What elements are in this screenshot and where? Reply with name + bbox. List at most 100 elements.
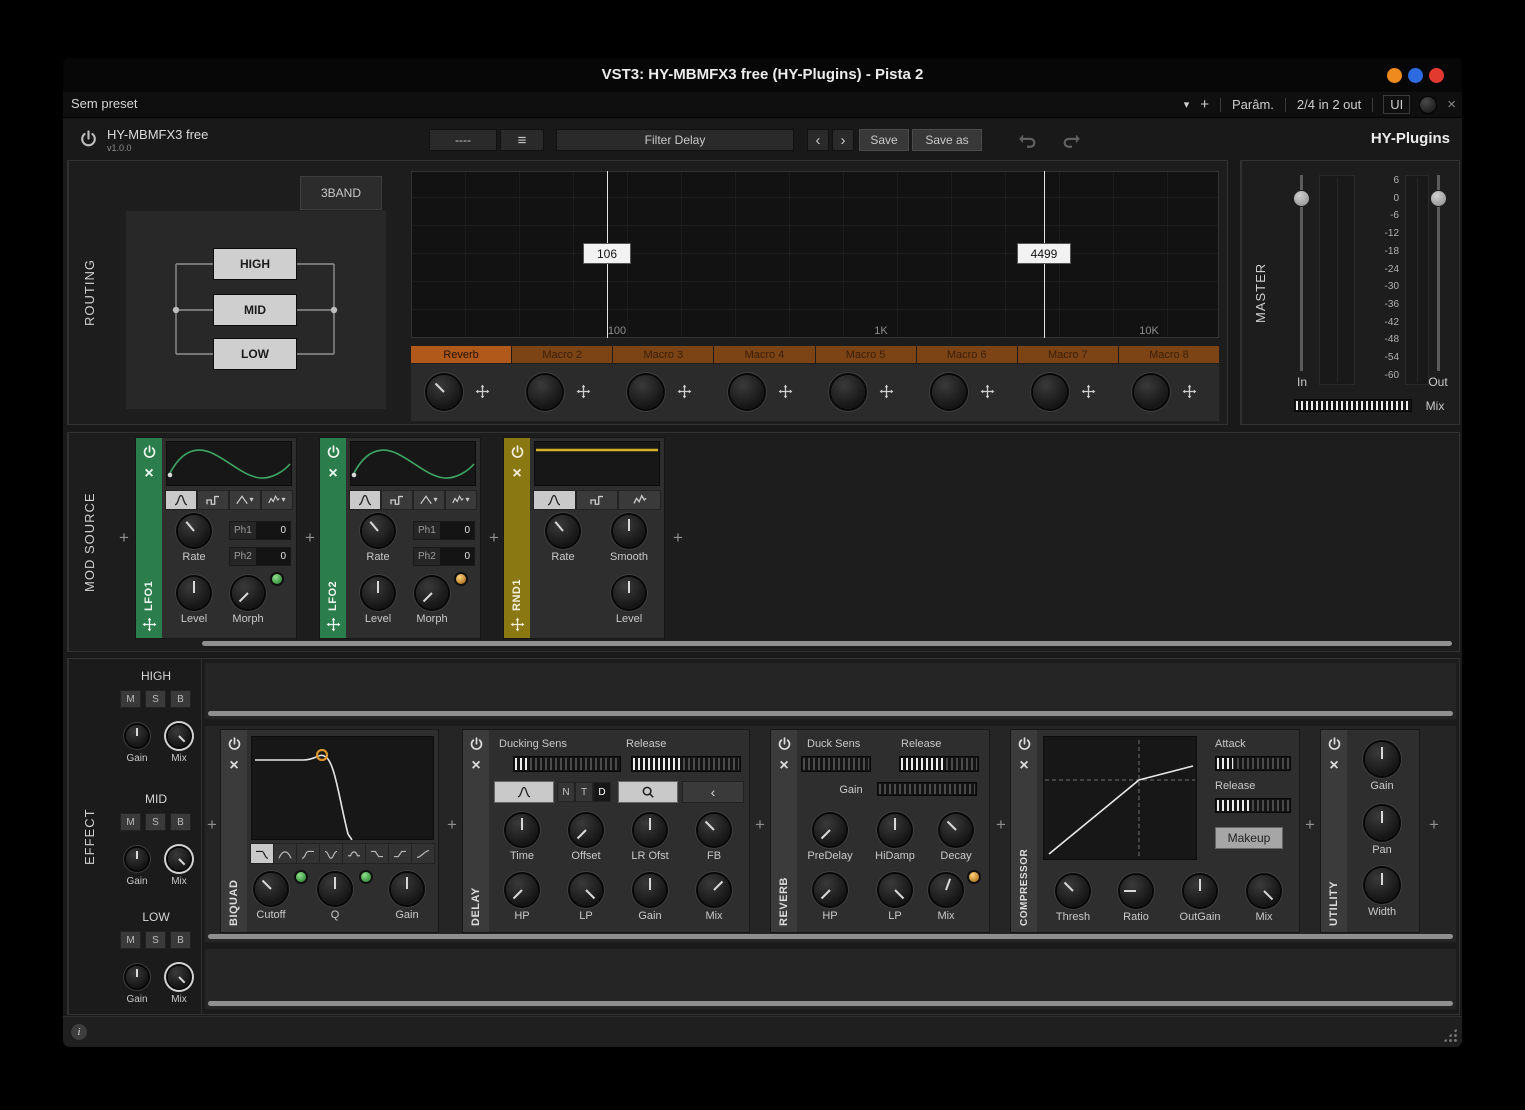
delay-time-knob[interactable]: [506, 814, 538, 846]
reverb-gain-meter[interactable]: [877, 782, 977, 796]
band-high-mix-knob[interactable]: [168, 725, 190, 747]
filter-lowshelf-icon[interactable]: [366, 844, 388, 863]
macro-7-knob[interactable]: [1033, 375, 1067, 409]
lfo2-wave-rand-button[interactable]: ▾: [446, 491, 476, 509]
compressor-mix-knob[interactable]: [1248, 875, 1280, 907]
utility-power-icon[interactable]: [1327, 737, 1342, 752]
info-icon[interactable]: i: [71, 1024, 87, 1040]
lfo1-ph2-field[interactable]: Ph20: [230, 548, 290, 565]
next-preset-button[interactable]: ›: [833, 130, 853, 150]
compressor-thresh-knob[interactable]: [1057, 875, 1089, 907]
macro-2-knob[interactable]: [528, 375, 562, 409]
add-fx-slot-3[interactable]: +: [752, 815, 768, 835]
lfo2-power-icon[interactable]: [326, 445, 341, 460]
lfo1-rate-knob[interactable]: [178, 515, 210, 547]
macro-5-move-icon[interactable]: [879, 384, 894, 399]
utility-width-knob[interactable]: [1365, 868, 1399, 902]
crossover-low-value[interactable]: 106: [584, 244, 630, 263]
filter-notch-icon[interactable]: [320, 844, 342, 863]
low-band-chain-lane[interactable]: [204, 948, 1457, 1010]
band-mid-gain-knob[interactable]: [126, 848, 148, 870]
add-preset-button[interactable]: +: [1200, 96, 1209, 113]
band-block-mid[interactable]: MID: [214, 295, 296, 325]
add-mod-slot-3[interactable]: +: [486, 528, 502, 548]
delay-prev-button[interactable]: ‹: [683, 782, 743, 802]
macro-4-move-icon[interactable]: [778, 384, 793, 399]
utility-remove-icon[interactable]: ×: [1329, 758, 1338, 774]
delay-gain-knob[interactable]: [634, 874, 666, 906]
band-low-gain-knob[interactable]: [126, 966, 148, 988]
rnd1-bell-button[interactable]: [534, 491, 575, 509]
lfo2-remove-icon[interactable]: ×: [328, 466, 337, 482]
delay-lrofst-knob[interactable]: [634, 814, 666, 846]
out-slider-thumb[interactable]: [1431, 191, 1446, 206]
resize-handle[interactable]: [1443, 1028, 1457, 1042]
add-mod-slot-4[interactable]: +: [670, 528, 686, 548]
delay-release-meter[interactable]: [631, 756, 741, 772]
macro-4-knob[interactable]: [730, 375, 764, 409]
rnd1-smooth-knob[interactable]: [613, 515, 645, 547]
host-close-button[interactable]: ×: [1447, 96, 1456, 113]
lfo1-move-icon[interactable]: [142, 617, 157, 632]
solo-button[interactable]: S: [146, 814, 165, 830]
rnd1-wave-display[interactable]: [534, 441, 660, 486]
macro-tab-3[interactable]: Macro 3: [613, 346, 713, 363]
delay-ducking-meter[interactable]: [513, 756, 621, 772]
rnd1-steps-button[interactable]: [577, 491, 618, 509]
add-fx-slot-2[interactable]: +: [444, 815, 460, 835]
delay-remove-icon[interactable]: ×: [471, 758, 480, 774]
macro-6-knob[interactable]: [932, 375, 966, 409]
prev-preset-button[interactable]: ‹: [808, 130, 828, 150]
reverb-hidamp-knob[interactable]: [879, 814, 911, 846]
compressor-ratio-knob[interactable]: [1120, 875, 1152, 907]
rnd1-power-icon[interactable]: [510, 445, 525, 460]
crossover-display[interactable]: 106 4499 100 1K 10K: [411, 171, 1219, 338]
high-band-chain-lane[interactable]: [204, 662, 1457, 720]
lfo2-rate-knob[interactable]: [362, 515, 394, 547]
lfo1-wave-bell-button[interactable]: [166, 491, 196, 509]
save-button[interactable]: Save: [860, 130, 908, 150]
biquad-power-icon[interactable]: [227, 737, 242, 752]
band-mid-mix-knob[interactable]: [168, 848, 190, 870]
band-block-low[interactable]: LOW: [214, 339, 296, 369]
macro-2-move-icon[interactable]: [576, 384, 591, 399]
add-mod-slot-2[interactable]: +: [302, 528, 318, 548]
delay-n-button[interactable]: N: [558, 783, 574, 801]
reverb-predelay-knob[interactable]: [814, 814, 846, 846]
reverb-remove-icon[interactable]: ×: [779, 758, 788, 774]
utility-gain-knob[interactable]: [1365, 742, 1399, 776]
reverb-hp-knob[interactable]: [814, 874, 846, 906]
biquad-cutoff-knob[interactable]: [255, 873, 287, 905]
delay-hp-knob[interactable]: [506, 874, 538, 906]
band-block-high[interactable]: HIGH: [214, 249, 296, 279]
macro-1-move-icon[interactable]: [475, 384, 490, 399]
bypass-button[interactable]: B: [171, 932, 190, 948]
rnd1-level-knob[interactable]: [613, 577, 645, 609]
lfo1-wave-rand-button[interactable]: ▾: [262, 491, 292, 509]
filter-bandpass-icon[interactable]: [274, 844, 296, 863]
globe-icon[interactable]: [1420, 97, 1436, 113]
lfo1-wave-steps-button[interactable]: [198, 491, 228, 509]
macro-8-move-icon[interactable]: [1182, 384, 1197, 399]
bank-selector[interactable]: ----: [430, 130, 496, 150]
utility-pan-knob[interactable]: [1365, 806, 1399, 840]
delay-power-icon[interactable]: [469, 737, 484, 752]
delay-lp-knob[interactable]: [570, 874, 602, 906]
solo-button[interactable]: S: [146, 691, 165, 707]
macro-3-move-icon[interactable]: [677, 384, 692, 399]
macro-tab-1[interactable]: Reverb: [411, 346, 511, 363]
undo-icon[interactable]: [1018, 131, 1036, 149]
reverb-release-meter[interactable]: [899, 756, 979, 772]
filter-peak-icon[interactable]: [343, 844, 365, 863]
filter-allpass-icon[interactable]: [412, 844, 434, 863]
ui-button[interactable]: UI: [1384, 96, 1409, 113]
add-fx-slot-4[interactable]: +: [993, 815, 1009, 835]
macro-8-knob[interactable]: [1134, 375, 1168, 409]
compressor-remove-icon[interactable]: ×: [1019, 758, 1028, 774]
lfo2-wave-bell-button[interactable]: [350, 491, 380, 509]
lfo2-wave-tri-button[interactable]: ▾: [414, 491, 444, 509]
band-high-gain-knob[interactable]: [126, 725, 148, 747]
reverb-power-icon[interactable]: [777, 737, 792, 752]
lfo2-ph2-field[interactable]: Ph20: [414, 548, 474, 565]
delay-mix-knob[interactable]: [698, 874, 730, 906]
